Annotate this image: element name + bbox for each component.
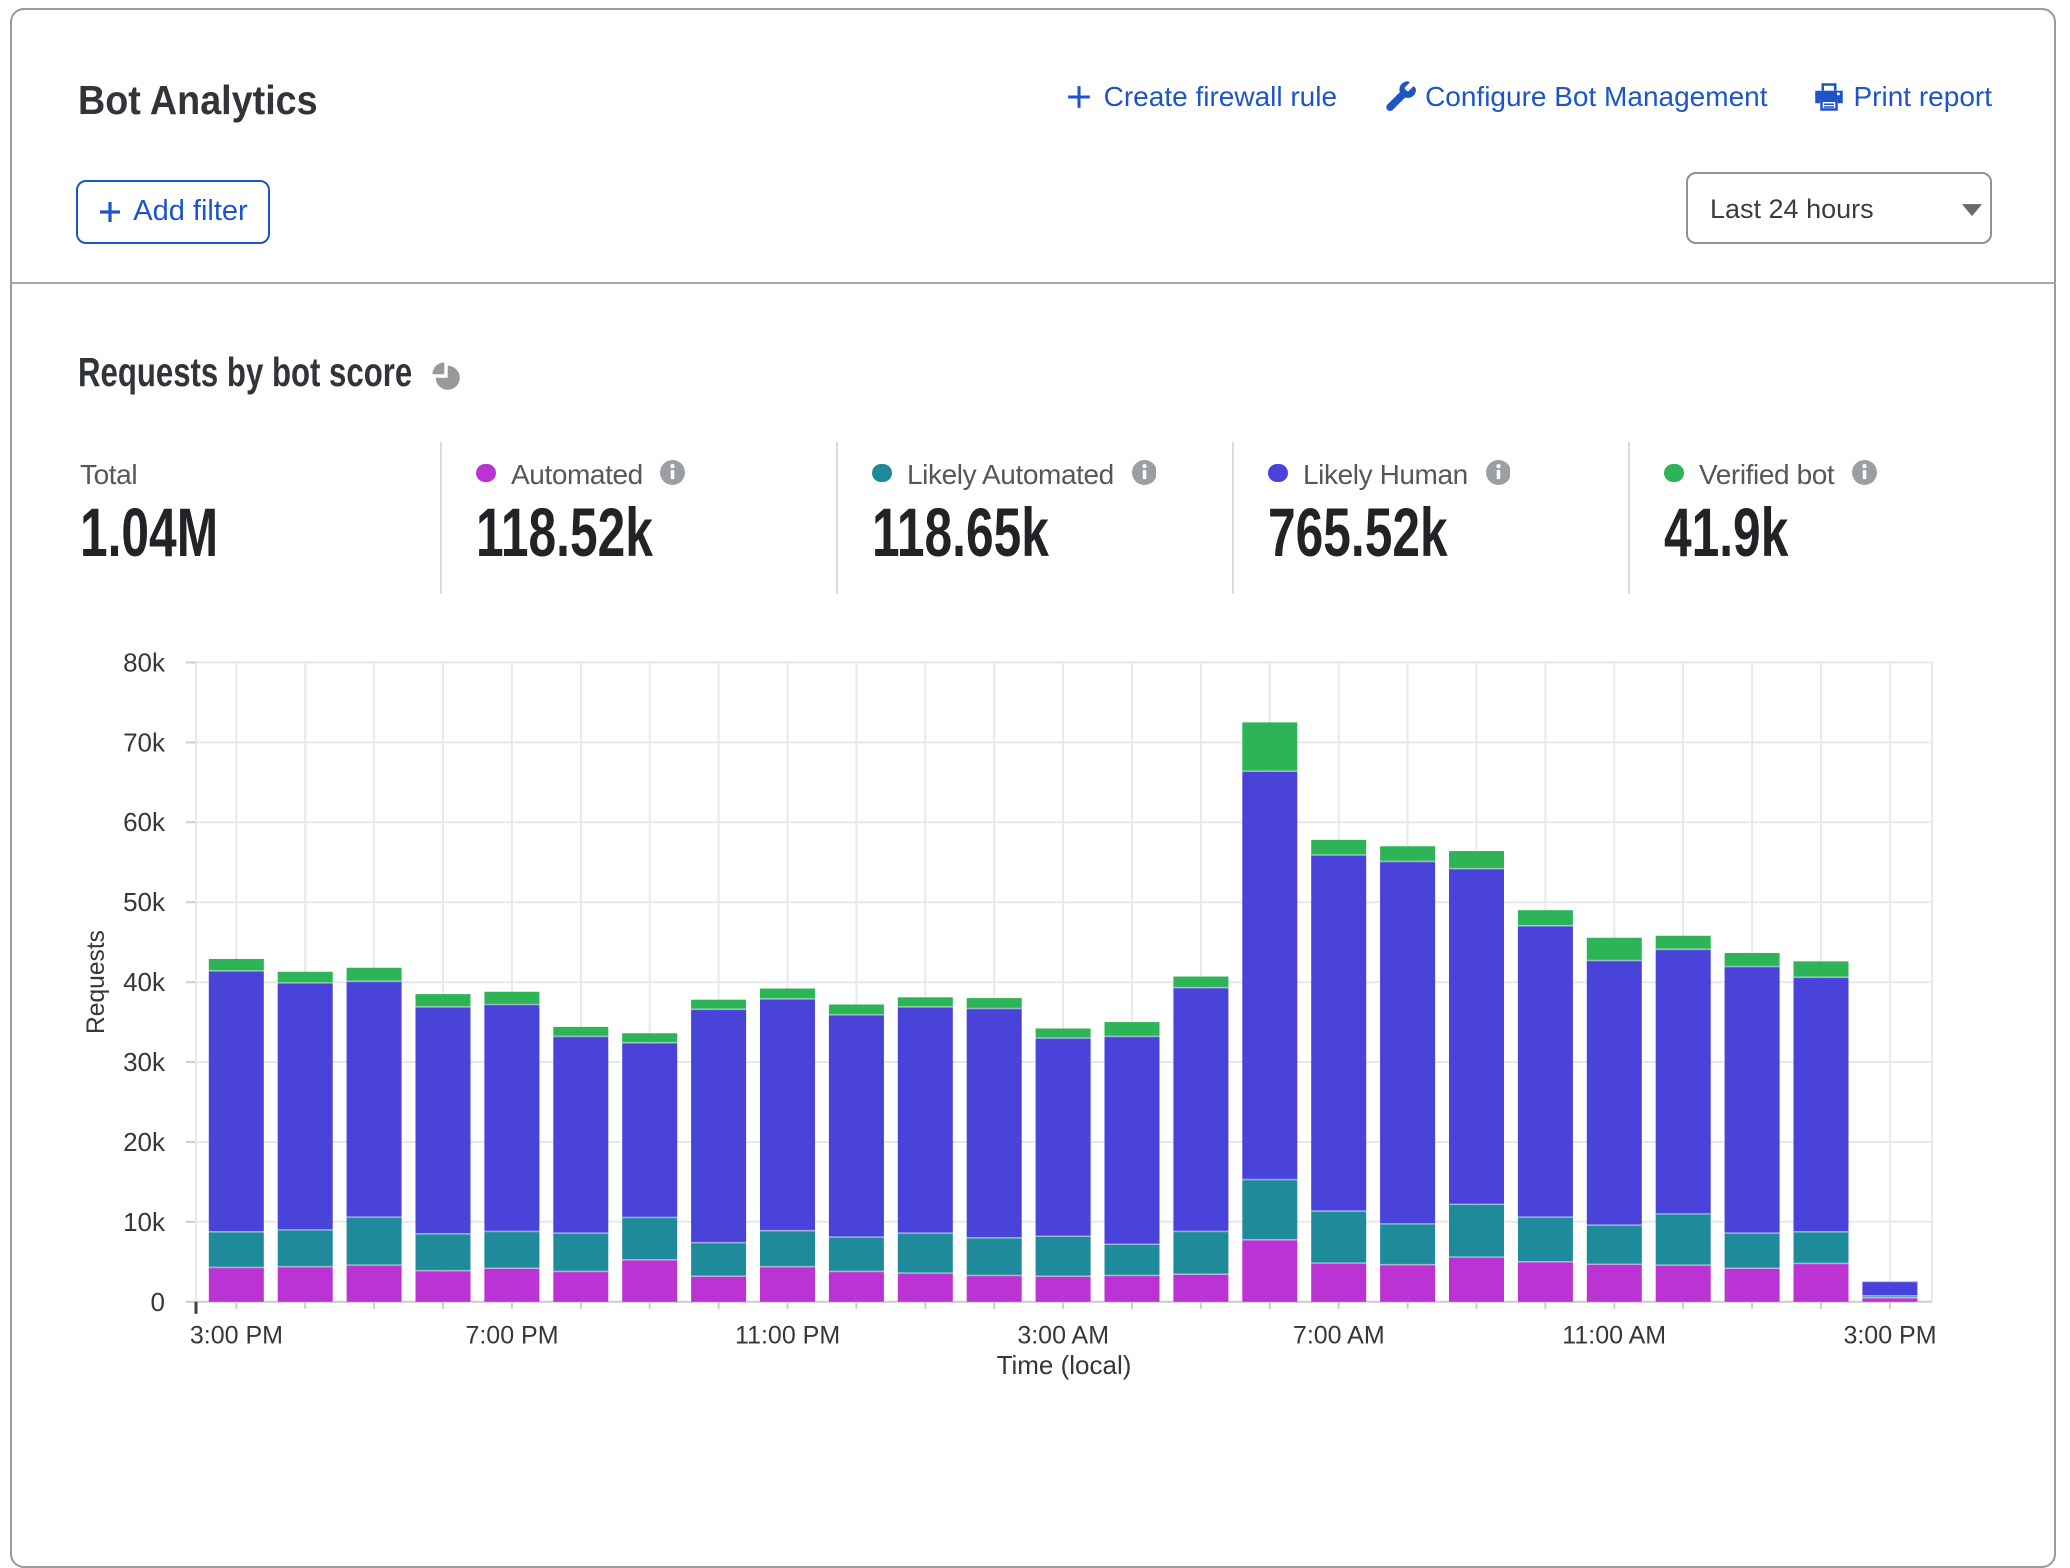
svg-text:40k: 40k	[123, 967, 166, 997]
svg-text:Requests: Requests	[83, 930, 110, 1034]
svg-text:3:00 PM: 3:00 PM	[1843, 1321, 1936, 1349]
svg-text:11:00 AM: 11:00 AM	[1562, 1321, 1666, 1349]
svg-text:80k: 80k	[123, 647, 166, 677]
svg-text:0: 0	[151, 1287, 165, 1317]
svg-text:3:00 PM: 3:00 PM	[190, 1321, 283, 1349]
svg-text:3:00 AM: 3:00 AM	[1017, 1321, 1109, 1349]
svg-text:70k: 70k	[123, 727, 166, 757]
svg-text:11:00 PM: 11:00 PM	[735, 1321, 840, 1349]
svg-text:7:00 AM: 7:00 AM	[1293, 1321, 1385, 1349]
svg-text:Time (local): Time (local)	[997, 1350, 1132, 1380]
svg-text:50k: 50k	[123, 887, 166, 917]
svg-text:20k: 20k	[123, 1127, 166, 1157]
svg-text:60k: 60k	[123, 807, 166, 837]
svg-text:30k: 30k	[123, 1047, 166, 1077]
svg-text:7:00 PM: 7:00 PM	[465, 1321, 558, 1349]
svg-text:10k: 10k	[123, 1207, 166, 1237]
